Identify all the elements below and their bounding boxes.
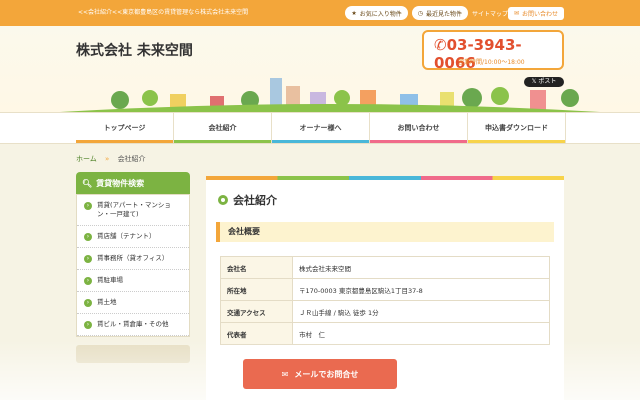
table-row: 所在地 〒170-0003 東京都豊島区駒込1丁目37-8 (220, 278, 550, 301)
sidebar: 🔍︎ 賃貸物件検索 › 賃貸(アパート・マンション・一戸建て) › 賃店舗（テナント… (76, 172, 190, 363)
breadcrumb-home[interactable]: ホーム (76, 155, 97, 163)
sidebar-item-office[interactable]: › 賃事務所（貸オフィス） (77, 248, 189, 270)
breadcrumb-current: 会社紹介 (117, 155, 146, 163)
top-bar-links: ★ お気に入り物件 ◷ 最近見た物件 サイトマップ (345, 6, 508, 20)
nav-contact[interactable]: お問い合わせ (370, 113, 468, 143)
phone-icon: ✆ (434, 36, 447, 54)
page-title: 会社紹介 (218, 192, 277, 208)
sidebar-item-store[interactable]: › 賃店舗（テナント） (77, 226, 189, 248)
circle-bullet-icon (218, 195, 228, 205)
header-lead-text: <<会社紹介<<東京都豊島区の賃貸管理なら株式会社未来空間 (78, 9, 249, 16)
phone-number: ✆03-3943-0066 (434, 36, 522, 72)
town-illustration (60, 78, 600, 112)
mail-icon: ✉ (513, 10, 519, 17)
chevron-right-icon: › (84, 321, 92, 329)
chevron-right-icon: › (84, 299, 92, 307)
table-row: 交通アクセス ＪＲ山手線 / 駒込 徒歩 1分 (220, 300, 550, 323)
nav-owner[interactable]: オーナー様へ (272, 113, 370, 143)
chevron-right-icon: › (84, 255, 92, 263)
rainbow-stripe (206, 176, 564, 180)
search-icon: 🔍︎ (82, 178, 93, 188)
chevron-right-icon: › (84, 233, 92, 241)
mail-icon: ✉ (281, 369, 289, 379)
section-heading: 会社概要 (216, 222, 554, 242)
sidebar-item-parking[interactable]: › 賃駐車場 (77, 270, 189, 292)
table-row: 会社名 株式会社未来空間 (220, 256, 550, 279)
nav-top[interactable]: トップページ (76, 113, 174, 143)
chevron-right-icon: › (84, 202, 92, 210)
breadcrumb-sep: » (105, 155, 110, 163)
nav-download[interactable]: 申込書ダウンロード (468, 113, 566, 143)
sidebar-item-residential[interactable]: › 賃貸(アパート・マンション・一戸建て) (77, 195, 189, 226)
sidebar-item-land[interactable]: › 賃土地 (77, 292, 189, 314)
breadcrumb: ホーム » 会社紹介 (76, 154, 146, 164)
chevron-right-icon: › (84, 277, 92, 285)
sitemap-link[interactable]: サイトマップ (472, 9, 508, 18)
mail-contact-button[interactable]: ✉ メールでお問合せ (243, 359, 397, 389)
business-hours: 営業時間/10:00〜18:00 (458, 59, 525, 66)
clock-icon: ◷ (417, 9, 423, 17)
main-nav: トップページ 会社紹介 オーナー様へ お問い合わせ 申込書ダウンロード (0, 112, 640, 144)
sidebar-heading: 🔍︎ 賃貸物件検索 (76, 172, 190, 194)
sidebar-list: › 賃貸(アパート・マンション・一戸建て) › 賃店舗（テナント） › 賃事務所（貸オ… (76, 194, 190, 337)
star-icon: ★ (351, 9, 357, 17)
nav-company[interactable]: 会社紹介 (174, 113, 272, 143)
contact-button[interactable]: ✉ お問い合わせ (508, 7, 564, 20)
recent-button[interactable]: ◷ 最近見た物件 (411, 6, 468, 20)
sidebar-item-building[interactable]: › 賃ビル・賃倉庫・その他 (77, 314, 189, 336)
phone-box[interactable]: ✆03-3943-0066 営業時間/10:00〜18:00 (422, 30, 564, 72)
site-title[interactable]: 株式会社 未来空間 (76, 40, 193, 60)
favorites-button[interactable]: ★ お気に入り物件 (345, 6, 408, 20)
company-info-table: 会社名 株式会社未来空間 所在地 〒170-0003 東京都豊島区駒込1丁目37-8… (220, 256, 550, 345)
